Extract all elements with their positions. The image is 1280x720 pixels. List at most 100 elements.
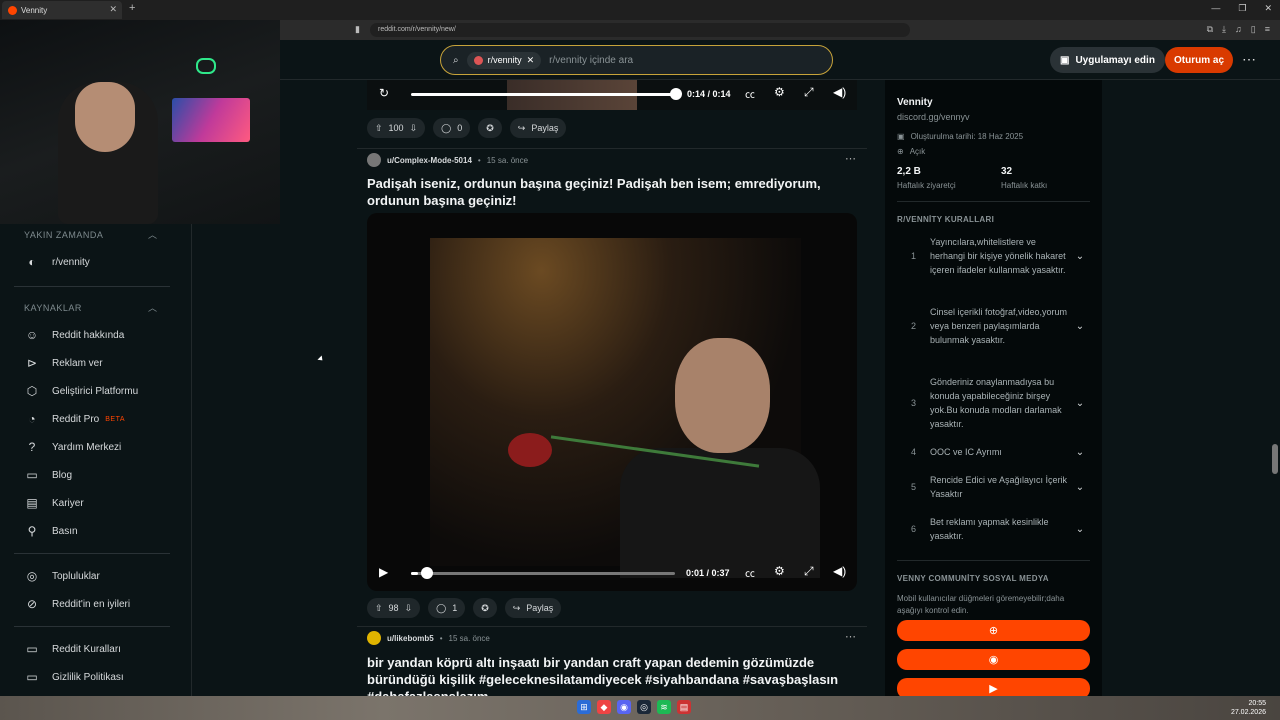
maximize-icon[interactable]: ❐: [1238, 3, 1246, 14]
upvote-icon[interactable]: ⇧: [375, 123, 383, 134]
social-discord-button[interactable]: ◉: [897, 649, 1090, 670]
sidebar-item-reddit-pro[interactable]: ◔ Reddit Pro BETA: [24, 409, 125, 429]
login-button[interactable]: Oturum aç: [1165, 47, 1234, 73]
minimize-icon[interactable]: —: [1211, 3, 1220, 14]
sidebar-item-best-of[interactable]: ⊘ Reddit'in en iyileri: [24, 594, 130, 614]
sidebar-item-help[interactable]: ? Yardım Merkezi: [24, 437, 122, 457]
award-button[interactable]: ✪: [478, 118, 502, 138]
settings-gear-icon[interactable]: ⚙: [774, 564, 785, 578]
rule-item[interactable]: 4 OOC ve IC Ayrımı ⌄: [897, 445, 1090, 459]
brave-browser-icon[interactable]: ◆: [597, 700, 611, 714]
rule-item[interactable]: 6 Bet reklamı yapmak kesinlikle yasaktır.…: [897, 515, 1090, 543]
spotify-icon[interactable]: ≋: [657, 700, 671, 714]
social-youtube-button[interactable]: ▶: [897, 678, 1090, 696]
media-icon[interactable]: ♫: [1235, 24, 1242, 35]
close-tab-icon[interactable]: ✕: [109, 4, 117, 15]
remove-scope-icon[interactable]: ✕: [527, 55, 535, 66]
sidebar-item-vennity[interactable]: ◐ r/vennity: [24, 252, 89, 272]
downvote-icon[interactable]: ⇩: [405, 603, 413, 614]
sidebar-item-rules[interactable]: ▭ Reddit Kuralları: [24, 639, 121, 659]
video-progress-track[interactable]: [411, 93, 675, 96]
post-author[interactable]: u/likebomb5: [387, 634, 434, 643]
sidebar-item-press[interactable]: ⚲ Basın: [24, 521, 78, 541]
rule-number: 6: [911, 524, 917, 534]
reddit-pro-icon: ◔: [28, 412, 36, 426]
sidebar-item-advertise[interactable]: ⊳ Reklam ver: [24, 353, 103, 373]
share-label: Paylaş: [526, 603, 554, 613]
user-avatar[interactable]: [367, 631, 381, 645]
rule-item[interactable]: 5 Rencide Edici ve Aşağılayıcı İçerik Yas…: [897, 473, 1090, 501]
sidebar-item-communities[interactable]: ◎ Topluluklar: [24, 566, 100, 586]
upvote-icon[interactable]: ⇧: [375, 603, 383, 614]
reddit-header: ⌕ r/vennity ✕ r/vennity içinde ara ▣ Uyg…: [280, 40, 1280, 80]
fullscreen-icon[interactable]: ⤢: [804, 85, 814, 100]
menu-icon[interactable]: ≡: [1265, 24, 1270, 35]
comments-button[interactable]: ◯ 0: [433, 118, 471, 138]
sidebar-item-developer[interactable]: ⬡ Geliştirici Platformu: [24, 381, 138, 401]
play-icon[interactable]: ▶: [379, 565, 388, 579]
post-video[interactable]: ▶ 0:01 / 0:37 ㏄ ⚙ ⤢ ◀): [367, 213, 857, 591]
social-website-button[interactable]: ⊕: [897, 620, 1090, 641]
user-avatar[interactable]: [367, 153, 381, 167]
post-divider: [357, 626, 867, 627]
clock-date: 27.02.2026: [1230, 709, 1266, 716]
sidebar-item-careers[interactable]: ▤ Kariyer: [24, 493, 84, 513]
more-options-icon[interactable]: ⋯: [1242, 51, 1256, 68]
sidebar-item-blog[interactable]: ▭ Blog: [24, 465, 72, 485]
video-progress-track[interactable]: [411, 572, 675, 575]
downloads-icon[interactable]: ⤓: [1222, 24, 1226, 35]
sidebar-item-label: Kariyer: [52, 497, 84, 509]
chevron-up-icon[interactable]: ︿: [148, 228, 157, 241]
discord-app-icon[interactable]: ◉: [617, 700, 631, 714]
login-label: Oturum aç: [1174, 54, 1225, 66]
search-bar[interactable]: ⌕ r/vennity ✕ r/vennity içinde ara: [440, 45, 833, 75]
sidebar-item-privacy[interactable]: ▭ Gizlilik Politikası: [24, 667, 123, 687]
search-scope-chip[interactable]: r/vennity ✕: [466, 51, 542, 69]
page-scrollbar[interactable]: [1270, 80, 1280, 696]
volume-icon[interactable]: ◀): [833, 564, 846, 578]
resources-section-title: KAYNAKLAR: [24, 303, 82, 313]
award-button[interactable]: ✪: [473, 598, 497, 618]
media-app-icon[interactable]: ▤: [677, 700, 691, 714]
browser-tab[interactable]: Vennity ✕: [2, 1, 122, 19]
share-icon: ↪: [517, 122, 526, 133]
fullscreen-icon[interactable]: ⤢: [804, 564, 814, 579]
share-button[interactable]: ↪ Paylaş: [504, 598, 562, 618]
post-options-icon[interactable]: ⋯: [845, 152, 856, 165]
settings-gear-icon[interactable]: ⚙: [774, 85, 785, 99]
post-title[interactable]: bir yandan köprü altı inşaatı bir yandan…: [367, 654, 847, 696]
video-progress-handle[interactable]: [670, 88, 682, 100]
comments-button[interactable]: ◯ 1: [428, 598, 466, 618]
post-author[interactable]: u/Complex-Mode-5014: [387, 156, 472, 165]
sidebar-item-about[interactable]: ☺ Reddit hakkında: [24, 325, 124, 345]
video-subject-jacket: [620, 448, 820, 578]
rule-item[interactable]: 2 Cinsel içerikli fotoğraf,video,yorum ve…: [897, 305, 1090, 347]
new-tab-icon[interactable]: +: [129, 2, 135, 14]
rule-item[interactable]: 3 Gönderiniz onaylanmadıysa bu konuda yap…: [897, 375, 1090, 431]
clock-time: 20:55: [1248, 700, 1266, 707]
get-app-button[interactable]: ▣ Uygulamayı edin: [1050, 47, 1165, 73]
url-field[interactable]: reddit.com/r/vennity/new/: [370, 23, 910, 37]
chevron-up-icon[interactable]: ︿: [148, 301, 157, 314]
sidebar-toggle-icon[interactable]: ▯: [1251, 24, 1256, 35]
windows-start-icon[interactable]: ⊞: [577, 700, 591, 714]
extensions-icon[interactable]: ⧉: [1207, 24, 1213, 35]
comment-icon: ◯: [441, 122, 452, 133]
steam-icon[interactable]: ◎: [637, 700, 651, 714]
captions-icon[interactable]: ㏄: [745, 565, 755, 580]
get-app-label: Uygulamayı edin: [1075, 54, 1155, 66]
close-window-icon[interactable]: ✕: [1264, 3, 1272, 14]
video-progress-handle[interactable]: [421, 567, 434, 579]
replay-icon[interactable]: ↻: [379, 86, 389, 100]
rule-item[interactable]: 1 Yayıncılara,whitelistlere ve herhangi b…: [897, 235, 1090, 277]
scrollbar-thumb[interactable]: [1272, 444, 1278, 474]
volume-icon[interactable]: ◀): [833, 85, 846, 99]
post-title[interactable]: Padişah iseniz, ordunun başına geçiniz! …: [367, 175, 847, 209]
share-button[interactable]: ↪ Paylaş: [509, 118, 567, 138]
downvote-icon[interactable]: ⇩: [410, 123, 418, 134]
captions-icon[interactable]: ㏄: [745, 86, 755, 101]
privacy-book-icon: ▭: [26, 670, 38, 684]
post-options-icon[interactable]: ⋯: [845, 630, 856, 643]
sidebar-item-label: Yardım Merkezi: [52, 441, 122, 453]
bookmark-icon[interactable]: ▮: [355, 24, 360, 35]
